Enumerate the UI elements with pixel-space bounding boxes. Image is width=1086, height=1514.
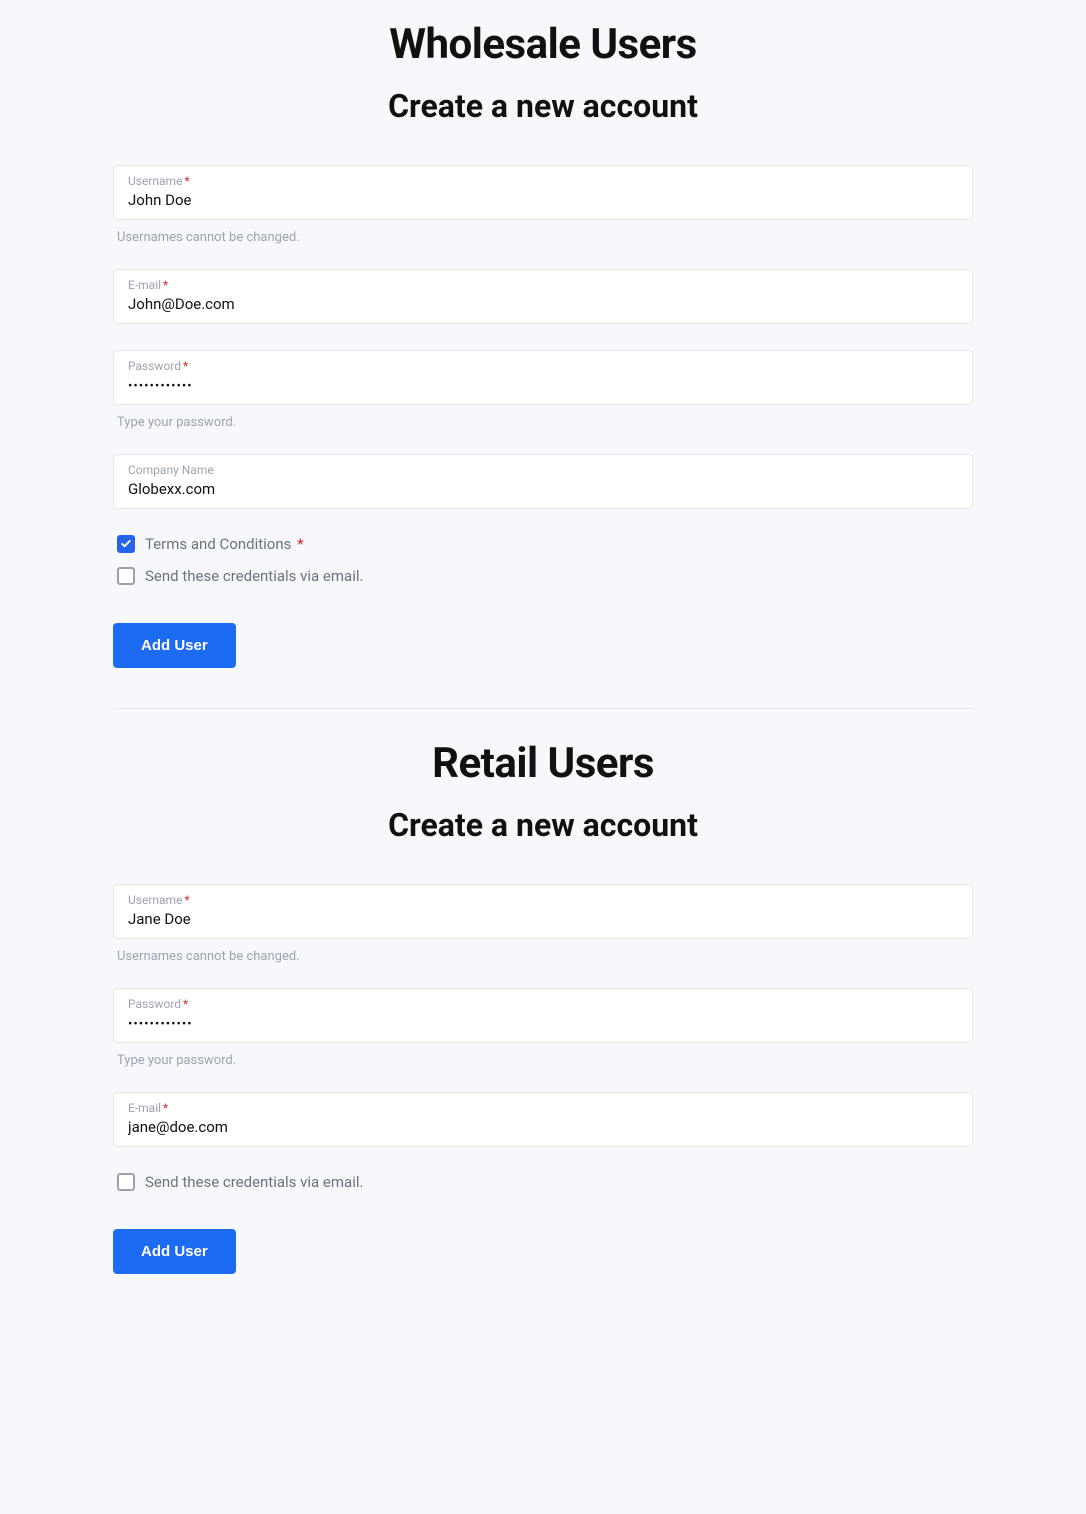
wholesale-email-field[interactable]: E-mail* [113, 269, 973, 324]
username-label: Username* [128, 174, 958, 188]
wholesale-subtitle: Create a new account [113, 87, 973, 125]
retail-username-helper: Usernames cannot be changed. [117, 949, 973, 964]
retail-send-creds-row: Send these credentials via email. [117, 1173, 973, 1191]
username-label: Username* [128, 893, 958, 907]
retail-username-field[interactable]: Username* [113, 884, 973, 939]
email-label: E-mail* [128, 1101, 958, 1115]
check-icon [120, 538, 132, 550]
wholesale-password-helper: Type your password. [117, 415, 973, 430]
retail-send-creds-checkbox[interactable] [117, 1173, 135, 1191]
required-asterisk: * [183, 997, 188, 1011]
section-divider [113, 708, 973, 709]
company-label: Company Name [128, 463, 958, 477]
password-label: Password* [128, 359, 958, 373]
wholesale-terms-row: Terms and Conditions * [117, 535, 973, 553]
required-asterisk: * [297, 535, 303, 553]
wholesale-company-field[interactable]: Company Name [113, 454, 973, 509]
wholesale-username-input[interactable] [128, 191, 958, 209]
retail-email-field[interactable]: E-mail* [113, 1092, 973, 1147]
wholesale-username-field[interactable]: Username* [113, 165, 973, 220]
wholesale-terms-checkbox[interactable] [117, 535, 135, 553]
wholesale-title: Wholesale Users [113, 20, 973, 69]
email-label: E-mail* [128, 278, 958, 292]
wholesale-company-input[interactable] [128, 480, 958, 498]
wholesale-username-helper: Usernames cannot be changed. [117, 230, 973, 245]
retail-send-creds-label: Send these credentials via email. [145, 1173, 363, 1191]
wholesale-add-user-button[interactable]: Add User [113, 623, 236, 668]
wholesale-password-input[interactable] [128, 379, 958, 394]
required-asterisk: * [163, 1101, 168, 1115]
retail-password-helper: Type your password. [117, 1053, 973, 1068]
password-label: Password* [128, 997, 958, 1011]
retail-title: Retail Users [113, 739, 973, 788]
retail-subtitle: Create a new account [113, 806, 973, 844]
required-asterisk: * [184, 174, 189, 188]
wholesale-terms-label: Terms and Conditions * [145, 535, 304, 553]
wholesale-send-creds-checkbox[interactable] [117, 567, 135, 585]
required-asterisk: * [163, 278, 168, 292]
wholesale-email-input[interactable] [128, 295, 958, 313]
wholesale-password-field[interactable]: Password* [113, 350, 973, 405]
retail-password-input[interactable] [128, 1017, 958, 1032]
retail-email-input[interactable] [128, 1118, 958, 1136]
retail-password-field[interactable]: Password* [113, 988, 973, 1043]
required-asterisk: * [184, 893, 189, 907]
retail-username-input[interactable] [128, 910, 958, 928]
retail-add-user-button[interactable]: Add User [113, 1229, 236, 1274]
wholesale-send-creds-label: Send these credentials via email. [145, 567, 363, 585]
required-asterisk: * [183, 359, 188, 373]
wholesale-send-creds-row: Send these credentials via email. [117, 567, 973, 585]
